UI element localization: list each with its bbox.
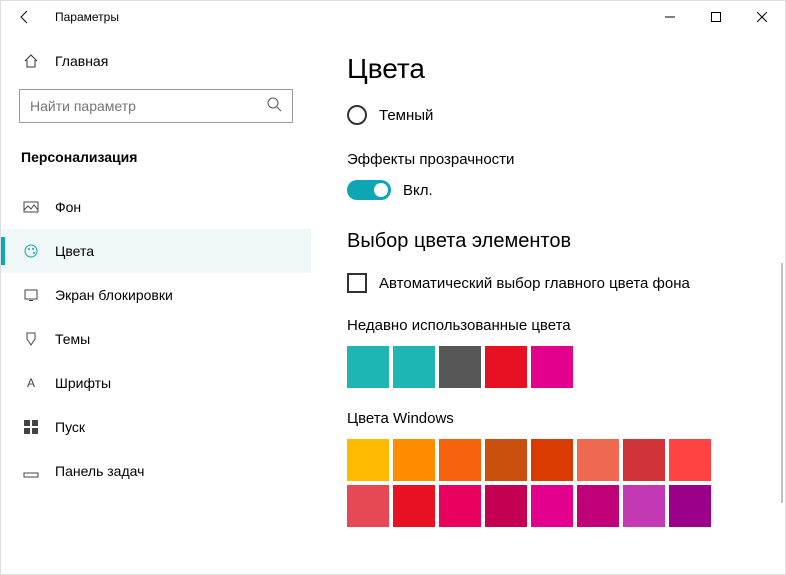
titlebar: Параметры (1, 1, 785, 33)
home-label: Главная (55, 53, 108, 69)
transparency-toggle-row: Вкл. (347, 180, 749, 200)
auto-pick-checkbox-row[interactable]: Автоматический выбор главного цвета фона (347, 273, 749, 293)
sidebar-item-colors[interactable]: Цвета (1, 229, 311, 273)
color-swatch[interactable] (623, 485, 665, 527)
radio-label: Темный (379, 107, 433, 124)
palette-icon (21, 243, 41, 259)
color-swatch[interactable] (577, 485, 619, 527)
sidebar-item-background[interactable]: Фон (1, 185, 311, 229)
content-area: Главная Персонализация Фон Цвета Экран б… (1, 33, 785, 574)
sidebar-item-label: Фон (55, 199, 81, 215)
windows-colors-grid (347, 439, 749, 527)
color-swatch[interactable] (531, 346, 573, 388)
start-icon (21, 420, 41, 434)
sidebar-item-taskbar[interactable]: Панель задач (1, 449, 311, 493)
radio-icon (347, 105, 367, 125)
window-controls (647, 1, 785, 33)
color-swatch[interactable] (485, 439, 527, 481)
recent-colors-row (347, 346, 749, 388)
color-swatch[interactable] (531, 439, 573, 481)
color-swatch[interactable] (485, 346, 527, 388)
page-title: Цвета (347, 53, 749, 85)
color-swatch[interactable] (577, 439, 619, 481)
sidebar-item-lockscreen[interactable]: Экран блокировки (1, 273, 311, 317)
accent-section-heading: Выбор цвета элементов (347, 230, 749, 253)
sidebar: Главная Персонализация Фон Цвета Экран б… (1, 33, 311, 574)
sidebar-item-label: Пуск (55, 419, 85, 435)
sidebar-item-label: Экран блокировки (55, 287, 173, 303)
minimize-button[interactable] (647, 1, 693, 33)
arrow-left-icon (17, 9, 33, 25)
color-swatch[interactable] (669, 485, 711, 527)
color-swatch[interactable] (347, 485, 389, 527)
color-swatch[interactable] (623, 439, 665, 481)
search-icon (266, 96, 282, 117)
color-row (347, 439, 749, 481)
color-swatch[interactable] (669, 439, 711, 481)
color-swatch[interactable] (347, 439, 389, 481)
picture-icon (21, 199, 41, 215)
checkbox-icon (347, 273, 367, 293)
color-row (347, 485, 749, 527)
close-icon (757, 12, 767, 22)
color-swatch[interactable] (439, 485, 481, 527)
back-button[interactable] (1, 1, 49, 33)
search-input[interactable] (30, 98, 266, 114)
color-swatch[interactable] (439, 439, 481, 481)
sidebar-item-start[interactable]: Пуск (1, 405, 311, 449)
lockscreen-icon (21, 287, 41, 303)
home-nav[interactable]: Главная (1, 43, 311, 79)
color-swatch[interactable] (439, 346, 481, 388)
taskbar-icon (21, 463, 41, 479)
search-box[interactable] (19, 89, 293, 123)
maximize-icon (711, 12, 721, 22)
fonts-icon: A (21, 376, 41, 390)
sidebar-section-title: Персонализация (1, 141, 311, 185)
auto-pick-label: Автоматический выбор главного цвета фона (379, 275, 690, 292)
minimize-icon (665, 12, 675, 22)
sidebar-item-label: Цвета (55, 243, 94, 259)
maximize-button[interactable] (693, 1, 739, 33)
sidebar-item-label: Темы (55, 331, 90, 347)
home-icon (21, 53, 41, 69)
color-swatch[interactable] (393, 346, 435, 388)
sidebar-item-label: Панель задач (55, 463, 144, 479)
main-panel: Цвета Темный Эффекты прозрачности Вкл. В… (311, 33, 785, 574)
window-title: Параметры (55, 10, 119, 24)
color-swatch[interactable] (347, 346, 389, 388)
scrollbar[interactable] (781, 263, 783, 503)
color-swatch[interactable] (393, 485, 435, 527)
radio-dark-mode[interactable]: Темный (347, 105, 749, 125)
color-swatch[interactable] (531, 485, 573, 527)
sidebar-item-label: Шрифты (55, 375, 111, 391)
transparency-state: Вкл. (403, 182, 433, 199)
color-swatch[interactable] (393, 439, 435, 481)
windows-colors-heading: Цвета Windows (347, 410, 749, 427)
sidebar-item-themes[interactable]: Темы (1, 317, 311, 361)
recent-colors-heading: Недавно использованные цвета (347, 317, 749, 334)
close-button[interactable] (739, 1, 785, 33)
transparency-toggle[interactable] (347, 180, 391, 200)
transparency-heading: Эффекты прозрачности (347, 151, 749, 168)
sidebar-item-fonts[interactable]: A Шрифты (1, 361, 311, 405)
color-swatch[interactable] (485, 485, 527, 527)
themes-icon (21, 331, 41, 347)
